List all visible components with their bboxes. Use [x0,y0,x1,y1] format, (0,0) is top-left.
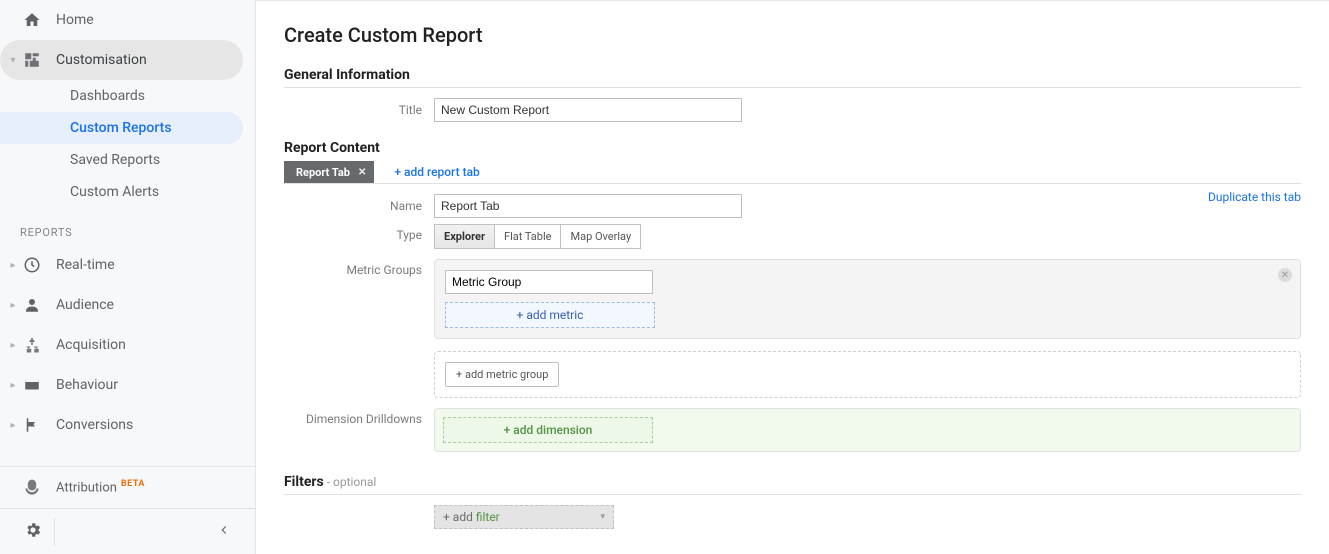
nav-sub-label: Custom Alerts [70,184,159,200]
chevron-right-icon: ▸ [8,300,18,311]
nav-behaviour[interactable]: ▸ Behaviour [0,365,255,405]
nav-audience-label: Audience [56,297,114,313]
report-tab-label: Report Tab [296,166,350,179]
page-title: Create Custom Report [284,23,1301,47]
main-content: Create Custom Report General Information… [256,0,1329,554]
title-input[interactable] [434,98,742,122]
nav-customisation[interactable]: ▾ Customisation [0,40,243,80]
report-tab[interactable]: Report Tab ✕ [284,161,374,183]
nav-sub-label: Saved Reports [70,152,160,168]
nav-sub-dashboards[interactable]: Dashboards [0,80,255,112]
name-label: Name [284,199,434,213]
dimension-drilldowns-label: Dimension Drilldowns [284,408,434,426]
nav-home-label: Home [56,12,94,28]
general-info-heading: General Information [284,67,1301,83]
spacer [284,505,434,509]
clock-icon [22,255,42,275]
home-icon [22,10,42,30]
nav-sub-label: Custom Reports [70,120,172,136]
remove-metric-group-button[interactable]: ✕ [1278,268,1292,282]
type-label: Type [284,224,434,242]
nav-attribution-label: AttributionBETA [56,479,145,495]
type-map-overlay[interactable]: Map Overlay [561,225,640,248]
collapse-sidebar-button[interactable] [211,517,237,547]
metric-groups-label: Metric Groups [284,259,434,277]
nav-audience[interactable]: ▸ Audience [0,285,255,325]
filters-section: Filters - optional + add filter ▾ [284,474,1301,529]
nav-customisation-label: Customisation [56,52,147,68]
nav-conversions[interactable]: ▸ Conversions [0,405,255,445]
title-label: Title [284,103,434,117]
gear-icon[interactable] [24,521,42,543]
nav-home[interactable]: Home [0,0,255,40]
reports-section-label: REPORTS [0,208,255,245]
add-metric-group-button[interactable]: + add metric group [445,362,559,387]
divider [54,518,55,546]
filters-optional-label: - optional [324,475,377,489]
type-segmented-control: Explorer Flat Table Map Overlay [434,224,641,249]
add-metric-button[interactable]: + add metric [445,302,655,328]
report-content-heading: Report Content [284,140,1301,156]
nav-conversions-label: Conversions [56,417,133,433]
nav-behaviour-label: Behaviour [56,377,118,393]
duplicate-tab-link[interactable]: Duplicate this tab [1208,190,1301,204]
metric-group-name-input[interactable] [445,270,653,294]
behaviour-icon [22,375,42,395]
nav-acquisition[interactable]: ▸ Acquisition [0,325,255,365]
close-tab-icon[interactable]: ✕ [358,167,366,178]
caret-down-icon: ▾ [600,512,605,522]
attribution-icon [22,478,42,498]
nav-realtime-label: Real-time [56,257,115,273]
nav-attribution[interactable]: AttributionBETA [0,466,255,508]
nav-sub-custom-reports[interactable]: Custom Reports [0,112,243,144]
chevron-right-icon: ▸ [8,340,18,351]
tab-name-input[interactable] [434,194,742,218]
metric-group-panel: ✕ + add metric [434,259,1301,339]
nav-acquisition-label: Acquisition [56,337,126,353]
sidebar: Home ▾ Customisation Dashboards Custom R… [0,0,256,554]
general-info-section: Title [284,87,1301,122]
chevron-right-icon: ▸ [8,420,18,431]
add-dimension-button[interactable]: + add dimension [443,417,653,443]
customisation-icon [22,50,42,70]
nav-sub-custom-alerts[interactable]: Custom Alerts [0,176,255,208]
report-tabs: Report Tab ✕ + add report tab [284,160,1301,184]
add-metric-group-panel: + add metric group [434,351,1301,398]
flag-icon [22,415,42,435]
person-icon [22,295,42,315]
nav-sub-saved-reports[interactable]: Saved Reports [0,144,255,176]
add-report-tab-link[interactable]: + add report tab [394,165,479,183]
sidebar-nav: Home ▾ Customisation Dashboards Custom R… [0,0,255,466]
chevron-right-icon: ▸ [8,260,18,271]
nav-realtime[interactable]: ▸ Real-time [0,245,255,285]
beta-badge: BETA [121,479,145,489]
add-filter-button[interactable]: + add filter ▾ [434,505,614,529]
type-flat-table[interactable]: Flat Table [495,225,561,248]
chevron-down-icon: ▾ [8,55,18,66]
acquisition-icon [22,335,42,355]
filters-heading: Filters [284,474,324,490]
dimension-panel: + add dimension [434,408,1301,452]
type-explorer[interactable]: Explorer [435,225,495,248]
tab-config-block: Duplicate this tab Name Type Explorer Fl… [284,194,1301,452]
nav-sub-label: Dashboards [70,88,145,104]
sidebar-footer [0,508,255,554]
chevron-right-icon: ▸ [8,380,18,391]
